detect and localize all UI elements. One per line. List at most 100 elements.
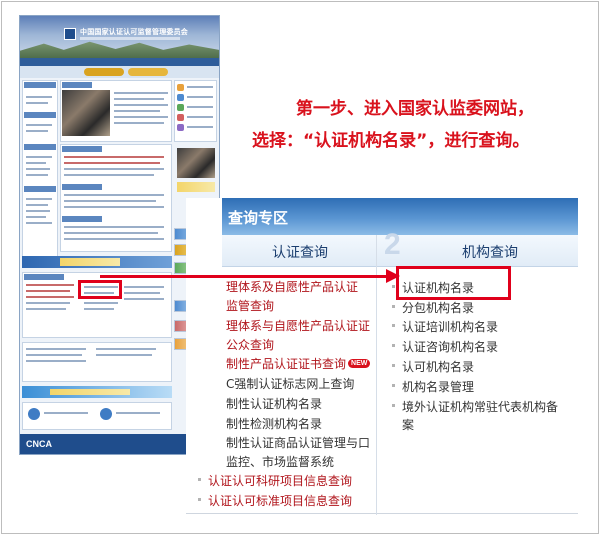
site-list-link[interactable] [64, 206, 164, 208]
site-promo-banner[interactable] [177, 182, 215, 192]
site-list-link[interactable] [64, 156, 164, 158]
site-link[interactable] [26, 174, 48, 176]
cert-query-link[interactable]: C强制认证标志网上查询 [226, 375, 354, 392]
cert-query-link-with-badge[interactable]: 制性产品认证证书查询 NEW [226, 355, 371, 372]
site-news-link[interactable] [114, 92, 168, 94]
bullet-icon [392, 364, 395, 367]
site-link[interactable] [26, 124, 52, 126]
cert-query-link[interactable]: 制性认证商品认证管理与口 [226, 434, 370, 451]
institution-link-continued[interactable]: 案 [402, 416, 414, 433]
site-list-link[interactable] [64, 168, 164, 170]
site-link[interactable] [26, 168, 50, 170]
site-link[interactable] [116, 412, 160, 414]
site-list-link[interactable] [64, 226, 164, 228]
site-link[interactable] [26, 130, 48, 132]
site-link[interactable] [187, 106, 213, 108]
bullet-icon [392, 384, 395, 387]
site-link[interactable] [26, 102, 48, 104]
site-link[interactable] [26, 156, 52, 158]
site-news-link[interactable] [114, 122, 164, 124]
site-query-link[interactable] [26, 302, 70, 304]
site-link[interactable] [26, 348, 86, 350]
institution-link[interactable]: 分包机构名录 [392, 299, 474, 316]
site-feature-icon[interactable] [177, 114, 184, 121]
cert-query-link[interactable]: 理体系与自愿性产品认证证 [226, 317, 370, 334]
site-list-link[interactable] [64, 174, 154, 176]
site-quick-link[interactable] [84, 68, 124, 76]
site-query-link[interactable] [124, 298, 164, 300]
site-list-link[interactable] [64, 162, 160, 164]
site-link[interactable] [26, 222, 52, 224]
cert-query-link[interactable]: 监管查询 [226, 297, 274, 314]
site-link[interactable] [26, 162, 46, 164]
cert-query-link[interactable]: 制性检测机构名录 [226, 415, 322, 432]
mini-highlight-box [78, 280, 122, 299]
cert-query-link-bullet[interactable]: 认证认可科研项目信息查询 [198, 472, 352, 489]
site-title: 中国国家认证认可监督管理委员会 [80, 28, 188, 36]
site-left-head [24, 112, 56, 118]
site-nav-bar[interactable] [20, 58, 219, 66]
site-news-photo[interactable] [62, 90, 110, 136]
site-news-link[interactable] [114, 104, 168, 106]
site-list-link[interactable] [64, 238, 164, 240]
site-news-link[interactable] [114, 116, 168, 118]
institution-link[interactable]: 境外认证机构常驻代表机构备 [392, 398, 558, 415]
pointer-arrow-head-icon [386, 269, 400, 283]
cert-query-link[interactable]: 监控、市场监督系统 [226, 453, 334, 470]
site-query-head [24, 274, 64, 280]
site-link[interactable] [26, 96, 52, 98]
institution-link[interactable]: 机构名录管理 [392, 378, 474, 395]
site-query-link[interactable] [124, 286, 164, 288]
site-list-link[interactable] [64, 194, 164, 196]
site-link[interactable] [187, 126, 213, 128]
site-feature-icon[interactable] [177, 104, 184, 111]
tab-certification-query[interactable]: 认证查询 [272, 242, 328, 262]
institution-link[interactable]: 认证培训机构名录 [392, 318, 498, 335]
site-link[interactable] [96, 354, 152, 356]
cert-query-link[interactable]: 理体系及自愿性产品认证 [226, 278, 358, 295]
institution-link-label: 分包机构名录 [402, 301, 475, 315]
site-link[interactable] [26, 216, 46, 218]
site-portrait-photo[interactable] [177, 148, 215, 178]
site-news-link[interactable] [114, 110, 160, 112]
institution-link[interactable]: 认证咨询机构名录 [392, 338, 498, 355]
site-list-link[interactable] [64, 200, 156, 202]
institution-link-label: 认可机构名录 [402, 360, 475, 374]
highlight-box [396, 266, 511, 300]
cert-query-link-bullet[interactable]: 认证认可标准项目信息查询 [198, 492, 352, 509]
site-feature-icon[interactable] [177, 84, 184, 91]
site-query-link[interactable] [84, 302, 118, 304]
site-query-link[interactable] [26, 296, 74, 298]
site-link[interactable] [187, 96, 213, 98]
site-query-link[interactable] [26, 284, 74, 286]
site-link[interactable] [26, 354, 82, 356]
site-link[interactable] [26, 210, 50, 212]
site-query-link[interactable] [26, 290, 70, 292]
institution-link-label: 境外认证机构常驻代表机构备 [402, 400, 559, 414]
site-globe-icon[interactable] [100, 408, 112, 420]
site-news-link[interactable] [114, 98, 164, 100]
cert-query-link: 认证认可科研项目信息查询 [208, 474, 353, 488]
site-query-link[interactable] [84, 308, 114, 310]
cert-query-link[interactable]: 公众查询 [226, 336, 274, 353]
tab-institution-query[interactable]: 机构查询 [462, 242, 518, 262]
site-link[interactable] [26, 198, 52, 200]
site-link[interactable] [44, 412, 88, 414]
site-list-link[interactable] [64, 232, 158, 234]
site-globe-icon[interactable] [28, 408, 40, 420]
site-feature-icon[interactable] [177, 124, 184, 131]
site-link[interactable] [187, 86, 213, 88]
site-list-head [62, 146, 102, 152]
site-link[interactable] [26, 360, 86, 362]
cert-query-link[interactable]: 制性认证机构名录 [226, 395, 322, 412]
site-feature-icon[interactable] [177, 94, 184, 101]
site-link[interactable] [96, 348, 156, 350]
site-link[interactable] [26, 204, 48, 206]
site-query-link[interactable] [124, 292, 160, 294]
site-link[interactable] [187, 116, 213, 118]
institution-link-label: 认证培训机构名录 [402, 320, 499, 334]
site-quick-link[interactable] [128, 68, 168, 76]
institution-link[interactable]: 认可机构名录 [392, 358, 474, 375]
site-promo-text [60, 258, 120, 266]
site-query-link[interactable] [26, 308, 66, 310]
